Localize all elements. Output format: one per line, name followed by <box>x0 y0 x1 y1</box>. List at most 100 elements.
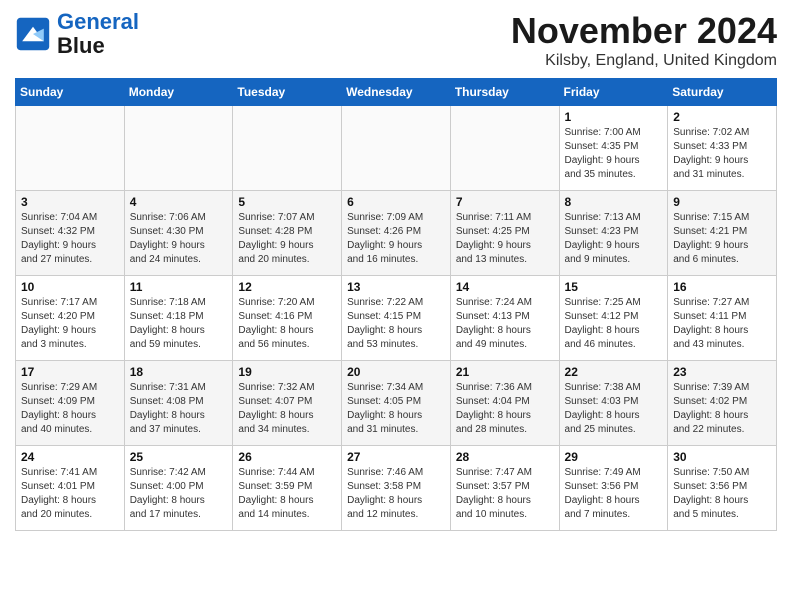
day-number: 26 <box>238 450 336 464</box>
day-number: 30 <box>673 450 771 464</box>
calendar-cell: 9 Sunrise: 7:15 AM Sunset: 4:21 PM Daylig… <box>668 191 777 276</box>
calendar-cell: 5 Sunrise: 7:07 AM Sunset: 4:28 PM Daylig… <box>233 191 342 276</box>
day-info: Sunrise: 7:25 AM Sunset: 4:12 PM Dayligh… <box>565 296 663 352</box>
calendar-cell: 15 Sunrise: 7:25 AM Sunset: 4:12 PM Dayli… <box>559 276 668 361</box>
day-number: 25 <box>130 450 228 464</box>
day-number: 14 <box>456 280 554 294</box>
day-info: Sunrise: 7:36 AM Sunset: 4:04 PM Dayligh… <box>456 381 554 437</box>
calendar-cell: 17Sunrise: 7:29 AM Sunset: 4:09 PM Dayli… <box>16 361 125 446</box>
day-number: 7 <box>456 195 554 209</box>
calendar-cell <box>124 106 233 191</box>
calendar-cell: 7Sunrise: 7:11 AM Sunset: 4:25 PM Daylig… <box>450 191 559 276</box>
day-info: Sunrise: 7:15 AM Sunset: 4:21 PM Dayligh… <box>673 211 771 267</box>
calendar-week-2: 3 Sunrise: 7:04 AM Sunset: 4:32 PM Daylig… <box>16 191 777 276</box>
day-info: Sunrise: 7:00 AM Sunset: 4:35 PM Dayligh… <box>565 126 663 182</box>
day-number: 29 <box>565 450 663 464</box>
page-header: General Blue November 2024 Kilsby, Engla… <box>15 10 777 70</box>
day-number: 9 <box>673 195 771 209</box>
day-number: 17 <box>21 365 119 379</box>
day-number: 5 <box>238 195 336 209</box>
day-number: 23 <box>673 365 771 379</box>
calendar-cell: 27Sunrise: 7:46 AM Sunset: 3:58 PM Dayli… <box>342 446 451 531</box>
calendar-cell <box>450 106 559 191</box>
calendar-cell: 11 Sunrise: 7:18 AM Sunset: 4:18 PM Dayli… <box>124 276 233 361</box>
day-number: 28 <box>456 450 554 464</box>
day-info: Sunrise: 7:24 AM Sunset: 4:13 PM Dayligh… <box>456 296 554 352</box>
calendar-cell: 29 Sunrise: 7:49 AM Sunset: 3:56 PM Dayli… <box>559 446 668 531</box>
day-info: Sunrise: 7:04 AM Sunset: 4:32 PM Dayligh… <box>21 211 119 267</box>
day-number: 16 <box>673 280 771 294</box>
weekday-header-row: SundayMondayTuesdayWednesdayThursdayFrid… <box>16 79 777 106</box>
weekday-header-monday: Monday <box>124 79 233 106</box>
calendar-cell: 3 Sunrise: 7:04 AM Sunset: 4:32 PM Daylig… <box>16 191 125 276</box>
day-info: Sunrise: 7:49 AM Sunset: 3:56 PM Dayligh… <box>565 466 663 522</box>
day-info: Sunrise: 7:41 AM Sunset: 4:01 PM Dayligh… <box>21 466 119 522</box>
day-info: Sunrise: 7:42 AM Sunset: 4:00 PM Dayligh… <box>130 466 228 522</box>
calendar-week-3: 10 Sunrise: 7:17 AM Sunset: 4:20 PM Dayli… <box>16 276 777 361</box>
day-info: Sunrise: 7:17 AM Sunset: 4:20 PM Dayligh… <box>21 296 119 352</box>
month-title: November 2024 <box>511 10 777 52</box>
day-info: Sunrise: 7:27 AM Sunset: 4:11 PM Dayligh… <box>673 296 771 352</box>
day-info: Sunrise: 7:32 AM Sunset: 4:07 PM Dayligh… <box>238 381 336 437</box>
weekday-header-sunday: Sunday <box>16 79 125 106</box>
day-info: Sunrise: 7:06 AM Sunset: 4:30 PM Dayligh… <box>130 211 228 267</box>
weekday-header-tuesday: Tuesday <box>233 79 342 106</box>
calendar-week-4: 17Sunrise: 7:29 AM Sunset: 4:09 PM Dayli… <box>16 361 777 446</box>
day-number: 3 <box>21 195 119 209</box>
calendar-cell: 30Sunrise: 7:50 AM Sunset: 3:56 PM Dayli… <box>668 446 777 531</box>
day-info: Sunrise: 7:07 AM Sunset: 4:28 PM Dayligh… <box>238 211 336 267</box>
logo-icon <box>15 16 51 52</box>
calendar-cell: 19 Sunrise: 7:32 AM Sunset: 4:07 PM Dayli… <box>233 361 342 446</box>
day-number: 12 <box>238 280 336 294</box>
calendar-cell: 18 Sunrise: 7:31 AM Sunset: 4:08 PM Dayli… <box>124 361 233 446</box>
day-number: 13 <box>347 280 445 294</box>
calendar-cell: 22 Sunrise: 7:38 AM Sunset: 4:03 PM Dayli… <box>559 361 668 446</box>
day-info: Sunrise: 7:38 AM Sunset: 4:03 PM Dayligh… <box>565 381 663 437</box>
calendar-cell: 21 Sunrise: 7:36 AM Sunset: 4:04 PM Dayli… <box>450 361 559 446</box>
day-info: Sunrise: 7:31 AM Sunset: 4:08 PM Dayligh… <box>130 381 228 437</box>
day-info: Sunrise: 7:22 AM Sunset: 4:15 PM Dayligh… <box>347 296 445 352</box>
calendar-cell: 12 Sunrise: 7:20 AM Sunset: 4:16 PM Dayli… <box>233 276 342 361</box>
day-number: 10 <box>21 280 119 294</box>
calendar-cell: 1 Sunrise: 7:00 AM Sunset: 4:35 PM Daylig… <box>559 106 668 191</box>
calendar-body: 1 Sunrise: 7:00 AM Sunset: 4:35 PM Daylig… <box>16 106 777 531</box>
weekday-header-friday: Friday <box>559 79 668 106</box>
calendar-cell: 24 Sunrise: 7:41 AM Sunset: 4:01 PM Dayli… <box>16 446 125 531</box>
calendar-cell: 8 Sunrise: 7:13 AM Sunset: 4:23 PM Daylig… <box>559 191 668 276</box>
day-number: 19 <box>238 365 336 379</box>
day-info: Sunrise: 7:34 AM Sunset: 4:05 PM Dayligh… <box>347 381 445 437</box>
calendar-cell: 25 Sunrise: 7:42 AM Sunset: 4:00 PM Dayli… <box>124 446 233 531</box>
day-info: Sunrise: 7:44 AM Sunset: 3:59 PM Dayligh… <box>238 466 336 522</box>
calendar-cell: 6Sunrise: 7:09 AM Sunset: 4:26 PM Daylig… <box>342 191 451 276</box>
day-info: Sunrise: 7:18 AM Sunset: 4:18 PM Dayligh… <box>130 296 228 352</box>
weekday-header-wednesday: Wednesday <box>342 79 451 106</box>
day-number: 24 <box>21 450 119 464</box>
day-info: Sunrise: 7:20 AM Sunset: 4:16 PM Dayligh… <box>238 296 336 352</box>
day-info: Sunrise: 7:47 AM Sunset: 3:57 PM Dayligh… <box>456 466 554 522</box>
day-number: 8 <box>565 195 663 209</box>
day-number: 1 <box>565 110 663 124</box>
calendar-cell: 2Sunrise: 7:02 AM Sunset: 4:33 PM Daylig… <box>668 106 777 191</box>
calendar-cell <box>233 106 342 191</box>
day-number: 22 <box>565 365 663 379</box>
day-number: 18 <box>130 365 228 379</box>
day-number: 15 <box>565 280 663 294</box>
day-number: 11 <box>130 280 228 294</box>
day-number: 27 <box>347 450 445 464</box>
weekday-header-thursday: Thursday <box>450 79 559 106</box>
day-number: 21 <box>456 365 554 379</box>
calendar-cell: 10 Sunrise: 7:17 AM Sunset: 4:20 PM Dayli… <box>16 276 125 361</box>
calendar-cell: 14 Sunrise: 7:24 AM Sunset: 4:13 PM Dayli… <box>450 276 559 361</box>
calendar-cell: 28 Sunrise: 7:47 AM Sunset: 3:57 PM Dayli… <box>450 446 559 531</box>
day-info: Sunrise: 7:39 AM Sunset: 4:02 PM Dayligh… <box>673 381 771 437</box>
calendar-cell: 23 Sunrise: 7:39 AM Sunset: 4:02 PM Dayli… <box>668 361 777 446</box>
title-area: November 2024 Kilsby, England, United Ki… <box>511 10 777 70</box>
calendar-table: SundayMondayTuesdayWednesdayThursdayFrid… <box>15 78 777 531</box>
day-number: 4 <box>130 195 228 209</box>
day-info: Sunrise: 7:02 AM Sunset: 4:33 PM Dayligh… <box>673 126 771 182</box>
calendar-cell: 20 Sunrise: 7:34 AM Sunset: 4:05 PM Dayli… <box>342 361 451 446</box>
day-info: Sunrise: 7:13 AM Sunset: 4:23 PM Dayligh… <box>565 211 663 267</box>
day-number: 20 <box>347 365 445 379</box>
calendar-cell <box>16 106 125 191</box>
day-info: Sunrise: 7:09 AM Sunset: 4:26 PM Dayligh… <box>347 211 445 267</box>
